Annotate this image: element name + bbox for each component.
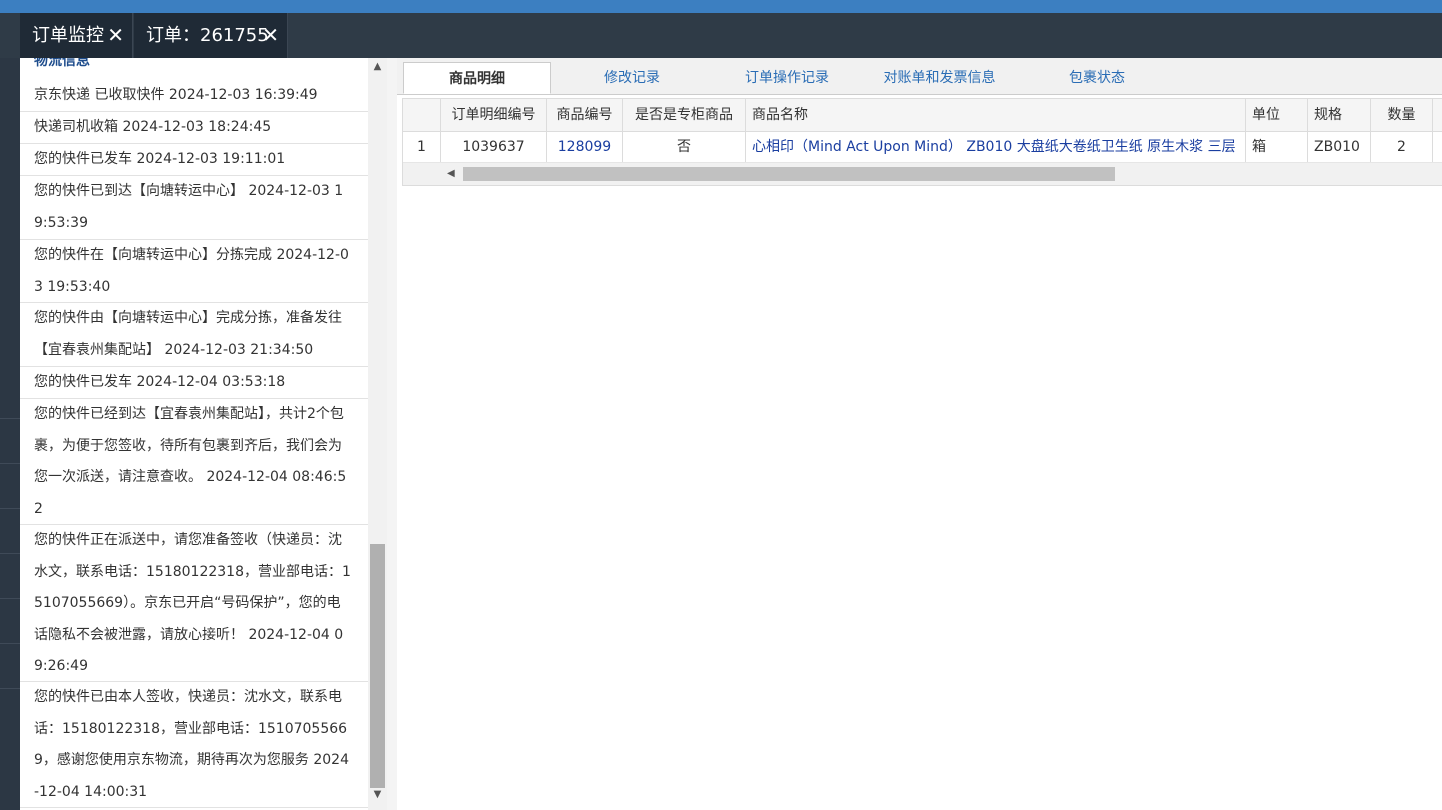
col-header-quantity[interactable]: 数量: [1371, 99, 1433, 131]
scroll-down-icon[interactable]: ▼: [368, 786, 387, 804]
order-detail-panel: 商品明细 修改记录 订单操作记录 对账单和发票信息 包裹状态 订单明细编号 商品…: [397, 58, 1442, 810]
top-accent-bar: [0, 0, 1442, 13]
col-header-detail-id[interactable]: 订单明细编号: [441, 99, 547, 131]
left-nav-strip: [0, 58, 20, 810]
tab-operation-history[interactable]: 订单操作记录: [717, 62, 857, 94]
tab-label: 订单：261755: [146, 25, 269, 46]
logistics-entry: 您的快件已到达【向塘转运中心】 2024-12-03 19:53:39: [20, 176, 368, 240]
scroll-left-icon[interactable]: ◀: [447, 163, 455, 185]
unit-cell: 箱: [1246, 132, 1308, 162]
table-row[interactable]: 1 1039637 128099 否 心相印（Mind Act Upon Min…: [403, 132, 1442, 163]
logistics-entry: 您的快件已发车 2024-12-03 19:11:01: [20, 144, 368, 176]
product-grid: 订单明细编号 商品编号 是否是专柜商品 商品名称 单位 规格 数量 1 1039…: [402, 98, 1442, 186]
nav-divider: [0, 418, 20, 419]
scroll-thumb[interactable]: [370, 544, 385, 788]
panel-gap: [387, 58, 397, 810]
nav-divider: [0, 688, 20, 689]
nav-divider: [0, 598, 20, 599]
col-header-product-id[interactable]: 商品编号: [547, 99, 623, 131]
close-icon[interactable]: ✕: [107, 13, 124, 58]
scroll-up-icon[interactable]: ▲: [368, 58, 387, 76]
col-header-unit[interactable]: 单位: [1246, 99, 1308, 131]
quantity-cell: 2: [1371, 132, 1433, 162]
nav-divider: [0, 643, 20, 644]
tab-package-status[interactable]: 包裹状态: [1037, 62, 1157, 94]
tab-label: 订单监控: [32, 25, 104, 46]
grid-horizontal-scrollbar[interactable]: ◀: [403, 163, 1442, 185]
logistics-entry: 您的快件已经到达【宜春袁州集配站】，共计2个包裹，为便于您签收，待所有包裹到齐后…: [20, 399, 368, 525]
row-index: 1: [403, 132, 441, 162]
col-header-spec[interactable]: 规格: [1308, 99, 1371, 131]
tab-modify-history[interactable]: 修改记录: [567, 62, 697, 94]
tab-statement-invoice[interactable]: 对账单和发票信息: [867, 62, 1012, 94]
logistics-entry: 您的快件在【向塘转运中心】分拣完成 2024-12-03 19:53:40: [20, 240, 368, 303]
logistics-scrollbar[interactable]: ▲ ▼: [368, 58, 387, 810]
col-header-counter[interactable]: 是否是专柜商品: [623, 99, 746, 131]
hscroll-thumb[interactable]: [463, 167, 1115, 181]
col-header-product-name[interactable]: 商品名称: [746, 99, 1246, 131]
tab-order-monitor[interactable]: 订单监控 ✕: [20, 13, 133, 58]
logistics-entry: 您的快件由【向塘转运中心】完成分拣，准备发往【宜春袁州集配站】 2024-12-…: [20, 303, 368, 367]
product-id-link[interactable]: 128099: [547, 132, 623, 162]
logistics-panel: 物流信息 京东快递 已收取快件 2024-12-03 16:39:49 快递司机…: [20, 58, 369, 810]
spec-cell: ZB010: [1308, 132, 1371, 162]
tab-bar: 订单监控 ✕ 订单：261755 ✕: [0, 13, 1442, 58]
detail-id-cell: 1039637: [441, 132, 547, 162]
logistics-entry: 您的快件已由本人签收，快递员：沈水文，联系电话：15180122318，营业部电…: [20, 682, 368, 808]
tab-product-details[interactable]: 商品明细: [403, 62, 551, 94]
logistics-entry: 您的快件已发车 2024-12-04 03:53:18: [20, 367, 368, 399]
logistics-entry: 京东快递 已收取快件 2024-12-03 16:39:49: [20, 80, 368, 112]
logistics-header: 物流信息: [34, 58, 90, 69]
nav-divider: [0, 463, 20, 464]
logistics-entry: 快递司机收箱 2024-12-03 18:24:45: [20, 112, 368, 144]
subtab-bar: 商品明细 修改记录 订单操作记录 对账单和发票信息 包裹状态: [397, 58, 1442, 95]
col-header-index: [403, 99, 441, 131]
close-icon[interactable]: ✕: [262, 13, 279, 58]
tab-order-detail[interactable]: 订单：261755 ✕: [134, 13, 288, 58]
logistics-entry: 您的快件正在派送中，请您准备签收（快递员：沈水文，联系电话：1518012231…: [20, 525, 368, 682]
nav-divider: [0, 508, 20, 509]
nav-divider: [0, 553, 20, 554]
product-name-link[interactable]: 心相印（Mind Act Upon Mind） ZB010 大盘纸大卷纸卫生纸 …: [746, 132, 1246, 162]
counter-cell: 否: [623, 132, 746, 162]
grid-header: 订单明细编号 商品编号 是否是专柜商品 商品名称 单位 规格 数量: [403, 99, 1442, 132]
